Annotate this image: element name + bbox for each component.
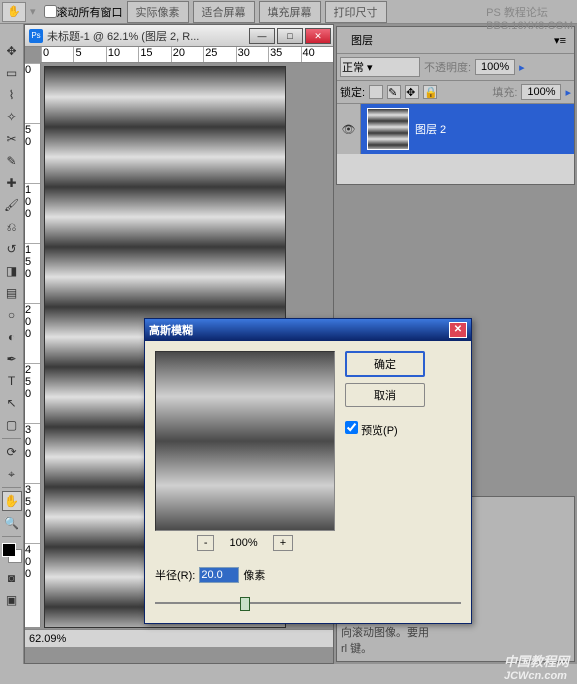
eyedropper-tool[interactable]: ✎ (2, 151, 22, 171)
layer-list: 👁 图层 2 (337, 104, 574, 184)
zoom-percent: 100% (230, 537, 258, 549)
marquee-tool[interactable]: ▭ (2, 63, 22, 83)
crop-tool[interactable]: ✂ (2, 129, 22, 149)
print-size-button[interactable]: 打印尺寸 (325, 1, 387, 23)
radius-unit: 像素 (243, 567, 265, 583)
shape-tool[interactable]: ▢ (2, 415, 22, 435)
dodge-tool[interactable]: ◐ (2, 327, 22, 347)
close-button[interactable]: ✕ (305, 28, 331, 44)
screenmode-tool[interactable]: ▣ (2, 590, 22, 610)
cancel-button[interactable]: 取消 (345, 383, 425, 407)
blur-tool[interactable]: ○ (2, 305, 22, 325)
quickmask-tool[interactable]: ◙ (2, 568, 22, 588)
fill-arrow-icon[interactable]: ▸ (565, 86, 571, 99)
dialog-close-button[interactable]: ✕ (449, 322, 467, 338)
fit-screen-button[interactable]: 适合屏幕 (193, 1, 255, 23)
lock-pixels-icon[interactable]: ✎ (387, 85, 401, 99)
eraser-tool[interactable]: ◨ (2, 261, 22, 281)
status-bar: 62.09% (25, 629, 333, 647)
move-tool[interactable]: ✥ (2, 41, 22, 61)
type-tool[interactable]: T (2, 371, 22, 391)
preview-box[interactable] (155, 351, 335, 531)
foreground-color[interactable] (2, 543, 16, 557)
lock-transparency-icon[interactable] (369, 85, 383, 99)
stamp-tool[interactable]: ⎌ (2, 217, 22, 237)
ruler-horizontal: 0510152025303540 (41, 47, 333, 63)
3d-tool[interactable]: ⟳ (2, 442, 22, 462)
blend-mode-select[interactable]: 正常 ▾ (340, 57, 420, 77)
maximize-button[interactable]: □ (277, 28, 303, 44)
gradient-tool[interactable]: ▤ (2, 283, 22, 303)
scroll-all-input[interactable] (44, 5, 57, 18)
dropdown-icon[interactable]: ▾ (30, 5, 36, 18)
layers-panel: 图层 ▾≡ 正常 ▾ 不透明度: 100% ▸ 锁定: ✎ ✥ 🔒 填充: 10… (336, 26, 575, 185)
brush-tool[interactable]: 🖌 (2, 195, 22, 215)
fill-input[interactable]: 100% (521, 84, 561, 100)
ps-icon: Ps (29, 29, 43, 43)
radius-input[interactable] (199, 567, 239, 583)
lock-position-icon[interactable]: ✥ (405, 85, 419, 99)
footer-brand: 中国教程网 JCWcn.com (504, 651, 569, 682)
color-swatches[interactable] (2, 543, 22, 563)
zoom-out-button[interactable]: - (197, 535, 215, 551)
preview-label: 预览(P) (361, 425, 398, 437)
document-title: 未标题-1 @ 62.1% (图层 2, R... (47, 28, 249, 44)
opacity-input[interactable]: 100% (475, 59, 515, 75)
visibility-icon[interactable]: 👁 (337, 104, 361, 154)
lasso-tool[interactable]: ⌇ (2, 85, 22, 105)
ok-button[interactable]: 确定 (345, 351, 425, 377)
scroll-all-checkbox[interactable]: 滚动所有窗口 (44, 4, 123, 20)
document-titlebar[interactable]: Ps 未标题-1 @ 62.1% (图层 2, R... — □ ✕ (25, 25, 333, 47)
zoom-in-button[interactable]: + (273, 535, 293, 551)
info-hint1: 向滚动图像。要用 (341, 625, 570, 641)
zoom-status[interactable]: 62.09% (29, 633, 66, 645)
opacity-label: 不透明度: (424, 59, 471, 75)
opacity-arrow-icon[interactable]: ▸ (519, 61, 525, 74)
pen-tool[interactable]: ✒ (2, 349, 22, 369)
panel-menu-icon[interactable]: ▾≡ (554, 34, 566, 47)
heal-tool[interactable]: ✚ (2, 173, 22, 193)
scroll-all-label: 滚动所有窗口 (57, 4, 123, 20)
hand-tool[interactable]: ✋ (2, 491, 22, 511)
preview-input[interactable] (345, 421, 358, 434)
watermark-text: PS 教程论坛 BBS.16XX8.COM (486, 4, 573, 32)
actual-pixels-button[interactable]: 实际像素 (127, 1, 189, 23)
layer-name[interactable]: 图层 2 (415, 121, 446, 137)
gaussian-blur-dialog: 高斯模糊 ✕ - 100% + 确定 取消 预览(P) 半径(R): 像素 (144, 318, 472, 624)
fill-screen-button[interactable]: 填充屏幕 (259, 1, 321, 23)
lock-label: 锁定: (340, 84, 365, 100)
layer-thumbnail[interactable] (367, 108, 409, 150)
radius-slider[interactable] (155, 595, 461, 613)
minimize-button[interactable]: — (249, 28, 275, 44)
layers-tab-label: 图层 (345, 30, 379, 50)
path-tool[interactable]: ↖ (2, 393, 22, 413)
slider-thumb[interactable] (240, 597, 250, 611)
dialog-titlebar[interactable]: 高斯模糊 ✕ (145, 319, 471, 341)
lock-all-icon[interactable]: 🔒 (423, 85, 437, 99)
camera-tool[interactable]: ⌖ (2, 464, 22, 484)
hand-tool-icon[interactable]: ✋ (2, 2, 26, 22)
ruler-vertical: 05 01 0 01 5 02 0 02 5 03 0 03 5 04 0 0 (25, 63, 41, 627)
tools-panel: ✥ ▭ ⌇ ✧ ✂ ✎ ✚ 🖌 ⎌ ↺ ◨ ▤ ○ ◐ ✒ T ↖ ▢ ⟳ ⌖ … (0, 24, 24, 664)
preview-checkbox[interactable]: 预览(P) (345, 421, 425, 438)
zoom-tool[interactable]: 🔍 (2, 513, 22, 533)
layer-row[interactable]: 👁 图层 2 (337, 104, 574, 154)
history-brush-tool[interactable]: ↺ (2, 239, 22, 259)
wand-tool[interactable]: ✧ (2, 107, 22, 127)
radius-label: 半径(R): (155, 567, 195, 583)
dialog-title: 高斯模糊 (149, 322, 193, 338)
fill-label: 填充: (492, 84, 517, 100)
